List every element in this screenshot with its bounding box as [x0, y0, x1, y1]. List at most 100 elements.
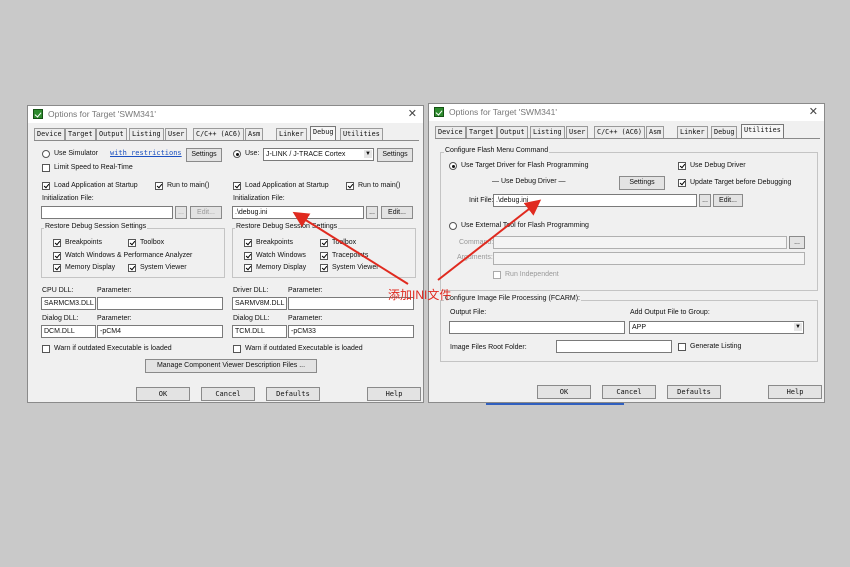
use-debug-driver-checkbox[interactable] [678, 162, 686, 170]
tab-asm[interactable]: Asm [245, 128, 264, 140]
init-file-edit-button[interactable]: Edit... [713, 194, 743, 207]
hw-warn-label: Warn if outdated Executable is loaded [245, 345, 363, 352]
tab-debug[interactable]: Debug [711, 126, 738, 138]
driver-dll-input[interactable]: SARMV8M.DLL [232, 297, 287, 310]
tab-debug[interactable]: Debug [310, 126, 337, 140]
run-independent-checkbox[interactable] [493, 271, 501, 279]
update-target-checkbox[interactable] [678, 179, 686, 187]
tab-output[interactable]: Output [96, 128, 127, 140]
tab-linker[interactable]: Linker [276, 128, 307, 140]
hw-memory-display-checkbox[interactable] [244, 264, 252, 272]
command-browse-button[interactable]: ... [789, 236, 805, 249]
sim-run-main-checkbox[interactable] [155, 182, 163, 190]
output-group-select[interactable]: APP ▼ [629, 321, 804, 334]
tab-c-cpp[interactable]: C/C++ (AC6) [193, 128, 245, 140]
hw-browse-button[interactable]: ... [366, 206, 378, 219]
update-target-label: Update Target before Debugging [690, 179, 792, 186]
tab-utilities[interactable]: Utilities [741, 124, 784, 138]
output-group-value: APP [632, 324, 647, 331]
simulator-settings-button[interactable]: Settings [186, 148, 222, 162]
debugger-select-value: J-LINK / J-TRACE Cortex [266, 151, 346, 158]
cpu-param-input[interactable] [97, 297, 223, 310]
tab-device[interactable]: Device [435, 126, 466, 138]
defaults-button[interactable]: Defaults [667, 385, 721, 399]
help-button[interactable]: Help [367, 387, 421, 401]
defaults-button[interactable]: Defaults [266, 387, 320, 401]
use-simulator-radio[interactable] [42, 150, 50, 158]
init-file-browse-button[interactable]: ... [699, 194, 711, 207]
manage-component-viewer-button[interactable]: Manage Component Viewer Description File… [145, 359, 317, 373]
sim-memory-display-checkbox[interactable] [53, 264, 61, 272]
tab-c-cpp[interactable]: C/C++ (AC6) [594, 126, 646, 138]
hw-toolbox-checkbox[interactable] [320, 239, 328, 247]
flash-menu-group-title: Configure Flash Menu Command [444, 147, 550, 154]
sim-init-file-input[interactable] [41, 206, 173, 219]
hw-init-file-input[interactable]: .\debug.ini [232, 206, 364, 219]
use-target-driver-radio[interactable] [449, 162, 457, 170]
hw-edit-button[interactable]: Edit... [381, 206, 413, 219]
tab-divider [34, 140, 419, 141]
ok-button[interactable]: OK [537, 385, 591, 399]
generate-listing-label: Generate Listing [690, 343, 742, 350]
sim-system-viewer-checkbox[interactable] [128, 264, 136, 272]
flash-settings-button[interactable]: Settings [619, 176, 665, 190]
debugger-select[interactable]: J-LINK / J-TRACE Cortex ▼ [263, 148, 374, 161]
sim-load-app-checkbox[interactable] [42, 182, 50, 190]
tab-user[interactable]: User [165, 128, 188, 140]
debugger-settings-button[interactable]: Settings [377, 148, 413, 162]
right-title-bar: Options for Target 'SWM341' ✕ [429, 104, 824, 121]
keil-app-icon [33, 109, 43, 119]
hw-breakpoints-checkbox[interactable] [244, 239, 252, 247]
tab-asm[interactable]: Asm [646, 126, 665, 138]
close-icon[interactable]: ✕ [408, 107, 417, 120]
hw-tracepoints-checkbox[interactable] [320, 252, 328, 260]
sim-toolbox-label: Toolbox [140, 239, 165, 246]
tab-output[interactable]: Output [497, 126, 528, 138]
sim-browse-button[interactable]: ... [175, 206, 187, 219]
init-file-input[interactable]: .\debug.ini [493, 194, 697, 207]
cancel-button[interactable]: Cancel [602, 385, 656, 399]
ok-button[interactable]: OK [136, 387, 190, 401]
tab-listing[interactable]: Listing [129, 128, 164, 140]
sim-breakpoints-checkbox[interactable] [53, 239, 61, 247]
cancel-button[interactable]: Cancel [201, 387, 255, 401]
limit-speed-checkbox[interactable] [42, 164, 50, 172]
tab-listing[interactable]: Listing [530, 126, 565, 138]
tab-device[interactable]: Device [34, 128, 65, 140]
command-input[interactable] [493, 236, 787, 249]
cpu-dll-input[interactable]: SARMCM3.DLL [41, 297, 96, 310]
hw-load-app-checkbox[interactable] [233, 182, 241, 190]
hw-dialog-dll-input[interactable]: TCM.DLL [232, 325, 287, 338]
tab-linker[interactable]: Linker [677, 126, 708, 138]
hw-system-viewer-checkbox[interactable] [320, 264, 328, 272]
tab-target[interactable]: Target [466, 126, 497, 138]
image-root-input[interactable] [556, 340, 672, 353]
sim-dialog-param-input[interactable]: -pCM4 [97, 325, 223, 338]
help-button[interactable]: Help [768, 385, 822, 399]
output-file-input[interactable] [449, 321, 625, 334]
use-debugger-radio[interactable] [233, 150, 241, 158]
sim-dialog-dll-input[interactable]: DCM.DLL [41, 325, 96, 338]
command-label: Command: [459, 239, 494, 246]
hw-dialog-param-label: Parameter: [288, 315, 323, 322]
with-restrictions-link[interactable]: with restrictions [110, 149, 182, 157]
hw-dialog-param-input[interactable]: -pCM33 [288, 325, 414, 338]
hw-run-main-checkbox[interactable] [346, 182, 354, 190]
sim-load-app-label: Load Application at Startup [54, 182, 138, 189]
run-independent-label: Run Independent [505, 271, 559, 278]
keil-app-icon [434, 107, 444, 117]
hw-warn-checkbox[interactable] [233, 345, 241, 353]
sim-watch-windows-checkbox[interactable] [53, 252, 61, 260]
sim-toolbox-checkbox[interactable] [128, 239, 136, 247]
sim-breakpoints-label: Breakpoints [65, 239, 102, 246]
tab-user[interactable]: User [566, 126, 589, 138]
close-icon[interactable]: ✕ [809, 105, 818, 118]
tab-target[interactable]: Target [65, 128, 96, 140]
generate-listing-checkbox[interactable] [678, 343, 686, 351]
arguments-input[interactable] [493, 252, 805, 265]
sim-edit-button[interactable]: Edit... [190, 206, 222, 219]
use-external-tool-radio[interactable] [449, 222, 457, 230]
tab-utilities[interactable]: Utilities [340, 128, 383, 140]
hw-watch-windows-checkbox[interactable] [244, 252, 252, 260]
sim-warn-checkbox[interactable] [42, 345, 50, 353]
